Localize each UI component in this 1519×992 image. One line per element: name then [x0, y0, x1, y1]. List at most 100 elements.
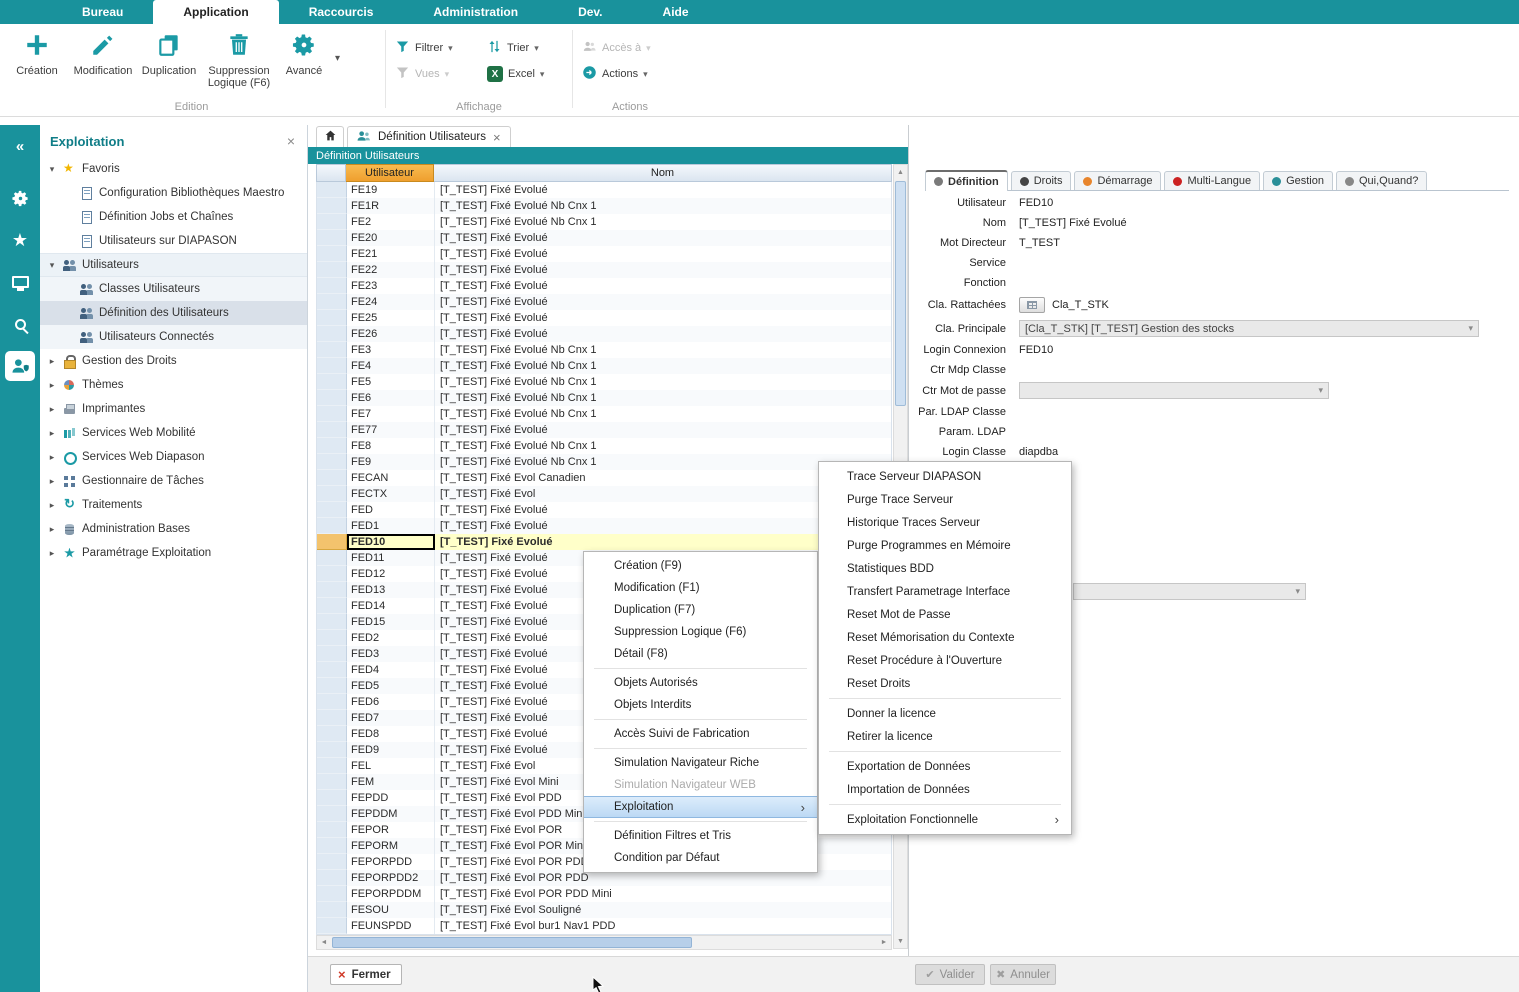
table-row[interactable]: FE5[T_TEST] Fixé Evolué Nb Cnx 1	[317, 374, 892, 390]
row-selector-cell[interactable]	[317, 742, 347, 758]
table-row[interactable]: FED10[T_TEST] Fixé Evolué	[317, 534, 892, 550]
menu-item[interactable]: Exportation de Données	[819, 755, 1071, 778]
row-selector-cell[interactable]	[317, 470, 347, 486]
avance-dropdown-caret[interactable]: ▾	[332, 53, 343, 64]
menu-item[interactable]: Exploitation Fonctionnelle›	[819, 808, 1071, 831]
row-selector-cell[interactable]	[317, 838, 347, 854]
tree-expander-icon[interactable]: ▸	[46, 500, 58, 511]
menu-item[interactable]: Reset Mémorisation du Contexte	[819, 626, 1071, 649]
menu-tab[interactable]: Dev.	[548, 0, 632, 24]
row-selector-cell[interactable]	[317, 806, 347, 822]
tree-expander-icon[interactable]: ▾	[46, 164, 58, 175]
tree-expander-icon[interactable]: ▸	[46, 428, 58, 439]
tab-definition-utilisateurs[interactable]: Définition Utilisateurs ×	[347, 126, 511, 147]
menu-tab[interactable]: Administration	[403, 0, 548, 24]
row-selector-cell[interactable]	[317, 198, 347, 214]
row-selector-cell[interactable]	[317, 822, 347, 838]
row-selector-cell[interactable]	[317, 342, 347, 358]
users-security-icon[interactable]	[5, 351, 35, 381]
menu-tab[interactable]: Application	[153, 0, 278, 24]
detail-tab[interactable]: Multi-Langue	[1164, 171, 1260, 190]
vertical-scroll-thumb[interactable]	[895, 181, 906, 406]
row-selector-cell[interactable]	[317, 454, 347, 470]
tree-item[interactable]: ▸Services Web Mobilité	[40, 421, 307, 445]
table-row[interactable]: FE26[T_TEST] Fixé Evolué	[317, 326, 892, 342]
tree-item[interactable]: ▸Gestion des Droits	[40, 349, 307, 373]
detail-tab[interactable]: Gestion	[1263, 171, 1333, 190]
modification-button[interactable]: Modification	[70, 27, 136, 77]
row-selector-cell[interactable]	[317, 182, 347, 198]
menu-item[interactable]: Suppression Logique (F6)	[584, 621, 817, 643]
scroll-left-icon[interactable]: ◄	[317, 936, 331, 949]
table-row[interactable]: FE19[T_TEST] Fixé Evolué	[317, 182, 892, 198]
menu-item[interactable]: Simulation Navigateur Riche	[584, 752, 817, 774]
tree-item[interactable]: Utilisateurs sur DIAPASON	[40, 229, 307, 253]
detail-tab[interactable]: Définition	[925, 170, 1008, 191]
menu-item[interactable]: Exploitation›	[584, 796, 817, 818]
menu-item[interactable]: Retirer la licence	[819, 725, 1071, 748]
menu-item[interactable]: Trace Serveur DIAPASON	[819, 465, 1071, 488]
menu-tab[interactable]: Aide	[633, 0, 719, 24]
menu-item[interactable]: Purge Programmes en Mémoire	[819, 534, 1071, 557]
row-selector-cell[interactable]	[317, 422, 347, 438]
menu-item[interactable]: Objets Interdits	[584, 694, 817, 716]
tree-expander-icon[interactable]: ▸	[46, 404, 58, 415]
row-selector-cell[interactable]	[317, 678, 347, 694]
table-row[interactable]: FEPORPDDM[T_TEST] Fixé Evol POR PDD Mini	[317, 886, 892, 902]
filtrer-caret-icon[interactable]: ▾	[448, 43, 453, 54]
tree-item[interactable]: Utilisateurs Connectés	[40, 325, 307, 349]
menu-item[interactable]: Reset Mot de Passe	[819, 603, 1071, 626]
scroll-up-icon[interactable]: ▲	[894, 165, 907, 179]
menu-item[interactable]: Définition Filtres et Tris	[584, 825, 817, 847]
tree-expander-icon[interactable]: ▸	[46, 356, 58, 367]
tree-expander-icon[interactable]: ▸	[46, 380, 58, 391]
row-selector-cell[interactable]	[317, 662, 347, 678]
row-selector-cell[interactable]	[317, 646, 347, 662]
tree-item[interactable]: ▸Gestionnaire de Tâches	[40, 469, 307, 493]
row-selector-cell[interactable]	[317, 278, 347, 294]
row-selector-cell[interactable]	[317, 614, 347, 630]
table-row[interactable]: FE24[T_TEST] Fixé Evolué	[317, 294, 892, 310]
search-icon[interactable]	[5, 309, 35, 339]
filtrer-button[interactable]: Filtrer ▾	[392, 36, 484, 60]
row-selector-cell[interactable]	[317, 534, 347, 550]
tab-close-icon[interactable]: ×	[493, 130, 501, 145]
trier-button[interactable]: Trier ▾	[484, 36, 570, 60]
row-selector-cell[interactable]	[317, 902, 347, 918]
detail-tab[interactable]: Démarrage	[1074, 171, 1161, 190]
column-header-utilisateur[interactable]: Utilisateur	[346, 164, 434, 182]
trier-caret-icon[interactable]: ▾	[534, 43, 539, 54]
menu-item[interactable]: Modification (F1)	[584, 577, 817, 599]
table-row[interactable]: FE20[T_TEST] Fixé Evolué	[317, 230, 892, 246]
tree-item[interactable]: ▸Thèmes	[40, 373, 307, 397]
tree-item[interactable]: ▸Traitements	[40, 493, 307, 517]
tree-item[interactable]: Classes Utilisateurs	[40, 277, 307, 301]
detail-extra-dropdown[interactable]: ▾	[1073, 583, 1306, 600]
row-selector-cell[interactable]	[317, 598, 347, 614]
table-row[interactable]: FE7[T_TEST] Fixé Evolué Nb Cnx 1	[317, 406, 892, 422]
table-row[interactable]: FE4[T_TEST] Fixé Evolué Nb Cnx 1	[317, 358, 892, 374]
tree-expander-icon[interactable]: ▸	[46, 524, 58, 535]
field-dropdown[interactable]: ▾	[1019, 382, 1329, 399]
menu-item[interactable]: Accès Suivi de Fabrication	[584, 723, 817, 745]
menu-item[interactable]: Duplication (F7)	[584, 599, 817, 621]
table-row[interactable]: FE8[T_TEST] Fixé Evolué Nb Cnx 1	[317, 438, 892, 454]
tree-item[interactable]: ▸Imprimantes	[40, 397, 307, 421]
desktop-icon[interactable]	[5, 267, 35, 297]
tree-item[interactable]: ▸Paramétrage Exploitation	[40, 541, 307, 565]
row-selector-cell[interactable]	[317, 358, 347, 374]
menu-item[interactable]: Détail (F8)	[584, 643, 817, 665]
menu-item[interactable]: Reset Procédure à l'Ouverture	[819, 649, 1071, 672]
row-selector-cell[interactable]	[317, 310, 347, 326]
table-row[interactable]: FE9[T_TEST] Fixé Evolué Nb Cnx 1	[317, 454, 892, 470]
table-row[interactable]: FE6[T_TEST] Fixé Evolué Nb Cnx 1	[317, 390, 892, 406]
settings-gear-icon[interactable]	[5, 183, 35, 213]
table-row[interactable]: FE25[T_TEST] Fixé Evolué	[317, 310, 892, 326]
menu-tab[interactable]: Bureau	[52, 0, 153, 24]
tree-item[interactable]: ▸Services Web Diapason	[40, 445, 307, 469]
menu-item[interactable]: Importation de Données	[819, 778, 1071, 801]
nav-close-icon[interactable]: ×	[287, 133, 295, 149]
table-row[interactable]: FECAN[T_TEST] Fixé Evol Canadien	[317, 470, 892, 486]
scroll-right-icon[interactable]: ►	[877, 936, 891, 949]
menu-tab[interactable]: Raccourcis	[279, 0, 404, 24]
